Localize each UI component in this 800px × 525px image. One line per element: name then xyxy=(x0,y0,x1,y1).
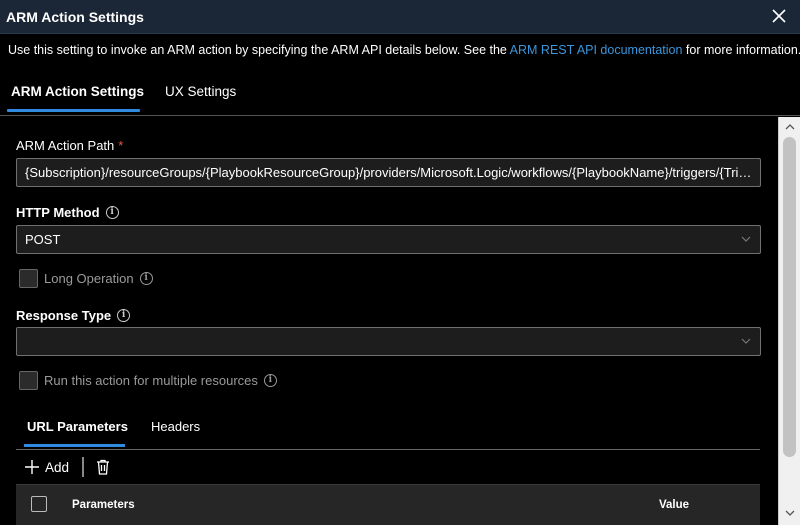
response-type-select[interactable] xyxy=(16,327,761,356)
tab-ux-settings[interactable]: UX Settings xyxy=(165,84,236,99)
scroll-down-arrow-icon[interactable] xyxy=(785,509,795,517)
http-method-select[interactable]: POST xyxy=(16,225,761,254)
arm-action-path-label-text: ARM Action Path xyxy=(16,138,115,153)
chevron-down-icon xyxy=(741,236,751,242)
trash-icon[interactable] xyxy=(96,459,110,475)
long-operation-label: Long Operation xyxy=(44,271,134,286)
arm-action-path-input[interactable]: {Subscription}/resourceGroups/{PlaybookR… xyxy=(16,158,761,187)
description-before: Use this setting to invoke an ARM action… xyxy=(8,43,510,57)
description-text: Use this setting to invoke an ARM action… xyxy=(8,43,800,57)
required-mark: * xyxy=(118,138,124,153)
long-operation-checkbox[interactable] xyxy=(19,269,38,288)
tab-arm-action-settings[interactable]: ARM Action Settings xyxy=(11,84,144,99)
active-tab-indicator xyxy=(7,109,140,112)
multiple-resources-label: Run this action for multiple resources xyxy=(44,373,258,388)
arm-rest-api-link[interactable]: ARM REST API documentation xyxy=(510,43,683,57)
info-icon[interactable]: i xyxy=(263,374,277,387)
scroll-up-arrow-icon[interactable] xyxy=(785,123,795,131)
close-icon[interactable] xyxy=(770,6,788,26)
scrollbar-thumb[interactable] xyxy=(783,137,796,457)
plus-icon xyxy=(25,460,39,474)
info-icon[interactable]: i xyxy=(139,272,153,285)
settings-content: ARM Action Path * {Subscription}/resource… xyxy=(0,117,778,525)
http-method-value: POST xyxy=(25,232,61,247)
long-operation-row: Long Operation i xyxy=(19,269,153,288)
active-subtab-indicator xyxy=(24,444,125,447)
tab-headers[interactable]: Headers xyxy=(151,419,200,434)
info-icon[interactable]: i xyxy=(117,309,131,322)
tab-url-parameters[interactable]: URL Parameters xyxy=(27,419,128,434)
http-method-label: HTTP Method i xyxy=(16,205,119,220)
chevron-down-icon xyxy=(741,338,751,344)
parameters-table-header: Parameters Value xyxy=(16,484,760,525)
select-all-checkbox[interactable] xyxy=(31,496,47,512)
toolbar-divider xyxy=(82,457,84,477)
add-button[interactable]: Add xyxy=(24,459,69,475)
column-header-parameters[interactable]: Parameters xyxy=(72,499,135,511)
info-icon[interactable]: i xyxy=(105,206,119,219)
vertical-scrollbar[interactable] xyxy=(778,117,800,525)
settings-tabs: ARM Action Settings UX Settings xyxy=(0,78,800,116)
arm-action-path-label: ARM Action Path * xyxy=(16,138,123,153)
response-type-label-text: Response Type xyxy=(16,308,112,323)
parameter-tabs: URL Parameters Headers xyxy=(16,407,760,450)
http-method-label-text: HTTP Method xyxy=(16,205,100,220)
multiple-resources-row: Run this action for multiple resources i xyxy=(19,371,277,390)
dialog-title: ARM Action Settings xyxy=(6,9,144,25)
dialog-title-bar: ARM Action Settings xyxy=(0,0,800,34)
add-button-label: Add xyxy=(45,459,70,475)
multiple-resources-checkbox[interactable] xyxy=(19,371,38,390)
response-type-label: Response Type i xyxy=(16,308,131,323)
description-after: for more information. xyxy=(682,43,800,57)
parameters-toolbar: Add xyxy=(16,451,760,485)
column-header-value[interactable]: Value xyxy=(659,499,689,511)
